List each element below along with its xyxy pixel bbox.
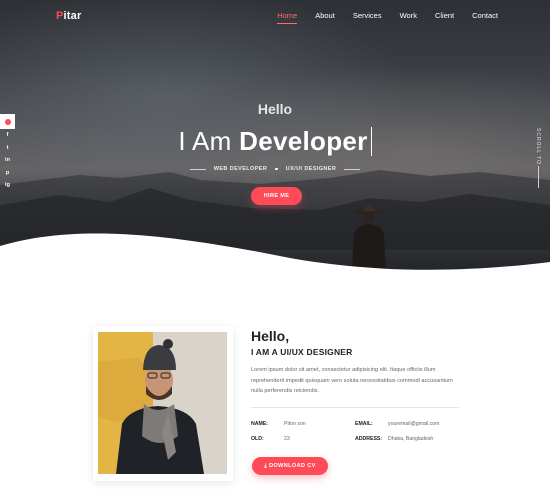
hire-me-button[interactable]: HIRE ME bbox=[251, 187, 302, 205]
facebook-icon[interactable]: f bbox=[0, 129, 15, 142]
scroll-indicator[interactable]: SCROLL TO bbox=[528, 128, 550, 188]
pinterest-icon[interactable]: p bbox=[0, 167, 15, 180]
profile-photo bbox=[98, 332, 227, 474]
about-paragraph: Lorem ipsum dolor sit amet, consectetur … bbox=[251, 367, 453, 394]
download-label: DOWNLOAD CV bbox=[269, 462, 316, 469]
roles-right-line bbox=[344, 168, 361, 170]
old-value: 23 bbox=[284, 436, 290, 442]
about-divider bbox=[251, 407, 459, 408]
nav-client[interactable]: Client bbox=[435, 11, 454, 20]
logo-letter: P bbox=[56, 10, 64, 22]
hero-headline: I Am Developer bbox=[0, 126, 550, 157]
nav-services[interactable]: Services bbox=[353, 11, 382, 20]
hero-greeting: Hello bbox=[257, 101, 293, 117]
nav-home[interactable]: Home bbox=[277, 11, 298, 24]
typing-caret bbox=[370, 127, 372, 156]
info-name: NAME: Piton son bbox=[251, 421, 306, 427]
settings-dot-icon[interactable] bbox=[0, 114, 15, 129]
email-label: EMAIL: bbox=[355, 421, 373, 427]
twitter-icon[interactable]: t bbox=[0, 142, 15, 155]
info-old: OLD: 23 bbox=[251, 436, 290, 442]
name-value: Piton son bbox=[284, 421, 306, 427]
hero-roles: WEB DEVELOPER UX/UI DESIGNER bbox=[0, 166, 550, 172]
scroll-line bbox=[538, 166, 539, 188]
main-nav: Home About Services Work Client Contact bbox=[277, 11, 498, 24]
headline-prefix: I Am bbox=[178, 126, 240, 156]
role-web-developer: WEB DEVELOPER bbox=[213, 166, 268, 172]
name-label: NAME: bbox=[251, 421, 269, 427]
profile-photo-card bbox=[93, 326, 233, 481]
social-bar: f t in p ig bbox=[0, 114, 15, 192]
logo-text: itar bbox=[63, 10, 82, 22]
about-subtitle: I AM A UI/UX DESIGNER bbox=[251, 347, 353, 357]
email-value: youremail@gmail.com bbox=[388, 421, 440, 427]
download-icon: ⤓ bbox=[264, 462, 268, 469]
address-label: ADDRESS: bbox=[355, 436, 383, 442]
role-uxui-designer: UX/UI DESIGNER bbox=[285, 166, 337, 172]
nav-about[interactable]: About bbox=[315, 11, 335, 20]
info-email: EMAIL: youremail@gmail.com bbox=[355, 421, 439, 427]
address-value: Dhaka, Bangladesh bbox=[388, 436, 434, 442]
nav-work[interactable]: Work bbox=[400, 11, 417, 20]
hero-section: Pitar Home About Services Work Client Co… bbox=[0, 0, 550, 272]
old-label: OLD: bbox=[251, 436, 264, 442]
linkedin-icon[interactable]: in bbox=[0, 154, 15, 167]
roles-left-line bbox=[189, 168, 206, 170]
site-logo[interactable]: Pitar bbox=[56, 10, 81, 22]
hero-wave bbox=[0, 233, 550, 272]
about-greeting: Hello, bbox=[251, 328, 290, 344]
headline-strong: Developer bbox=[239, 126, 368, 156]
roles-separator-dot bbox=[275, 167, 278, 171]
download-cv-button[interactable]: ⤓ DOWNLOAD CV bbox=[252, 457, 328, 475]
scroll-label: SCROLL TO bbox=[535, 128, 541, 165]
instagram-icon[interactable]: ig bbox=[0, 179, 15, 192]
nav-contact[interactable]: Contact bbox=[472, 11, 498, 20]
info-address: ADDRESS: Dhaka, Bangladesh bbox=[355, 436, 433, 442]
